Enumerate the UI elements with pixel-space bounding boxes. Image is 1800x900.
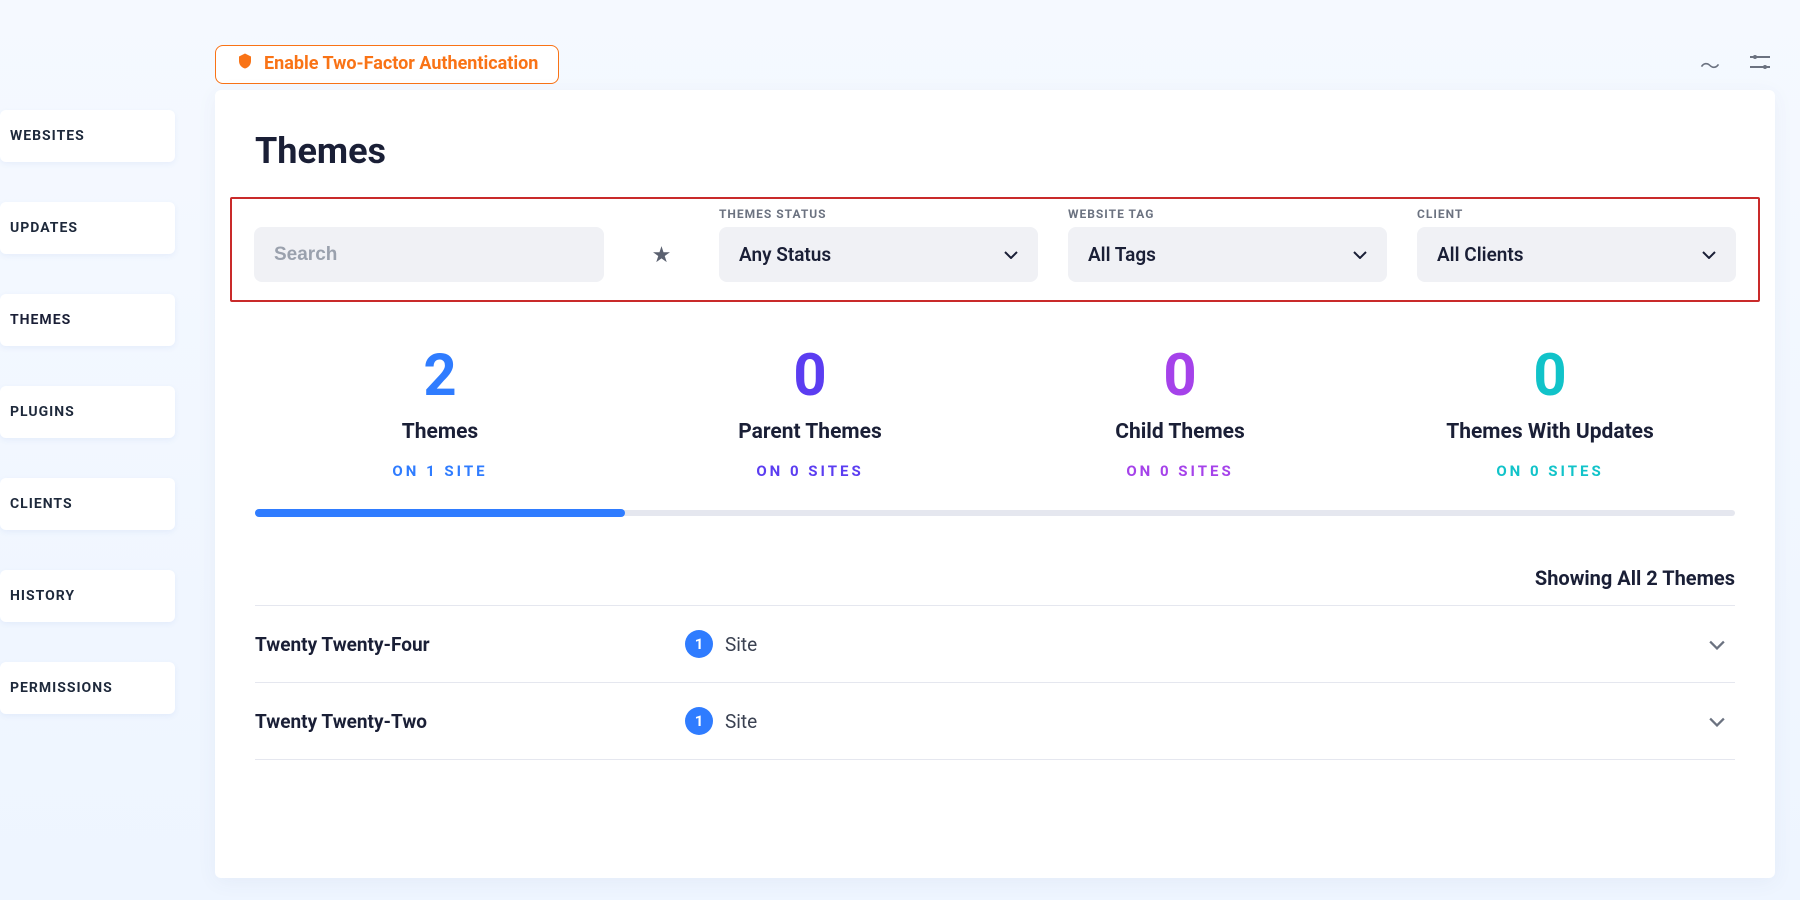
stat-sub: ON 1 SITE bbox=[255, 462, 625, 480]
tab-indicator-track bbox=[255, 510, 1735, 516]
top-right-tools: 〜 bbox=[1700, 50, 1770, 79]
sidebar-item-themes[interactable]: THEMES bbox=[0, 294, 175, 346]
stat-label: Themes With Updates bbox=[1365, 420, 1735, 444]
stat-label: Themes bbox=[255, 420, 625, 444]
showing-count: Showing All 2 Themes bbox=[215, 516, 1775, 605]
stat-number: 0 bbox=[1365, 347, 1735, 405]
client-filter-label: CLIENT bbox=[1417, 207, 1736, 221]
site-count-badge: 1 bbox=[685, 630, 713, 658]
stat-number: 0 bbox=[625, 347, 995, 405]
stats-row: 2 Themes ON 1 SITE 0 Parent Themes ON 0 … bbox=[215, 302, 1775, 510]
main-card: Themes . ★ THEMES STATUS Any Status WEBS… bbox=[215, 90, 1775, 878]
sidebar-item-permissions[interactable]: PERMISSIONS bbox=[0, 662, 175, 714]
site-count-unit: Site bbox=[725, 633, 757, 656]
stat-themes[interactable]: 2 Themes ON 1 SITE bbox=[255, 347, 625, 480]
stat-number: 2 bbox=[255, 347, 625, 405]
sidebar-item-clients[interactable]: CLIENTS bbox=[0, 478, 175, 530]
status-filter-wrap: THEMES STATUS Any Status bbox=[719, 207, 1038, 282]
client-select-value: All Clients bbox=[1437, 243, 1524, 266]
tag-select[interactable]: All Tags bbox=[1068, 227, 1387, 282]
banner-label: Enable Two-Factor Authentication bbox=[264, 53, 538, 74]
site-count-badge: 1 bbox=[685, 707, 713, 735]
tab-indicator-fill bbox=[255, 509, 625, 517]
sidebar-item-plugins[interactable]: PLUGINS bbox=[0, 386, 175, 438]
status-select[interactable]: Any Status bbox=[719, 227, 1038, 282]
slider-icon[interactable] bbox=[1750, 50, 1770, 79]
sidebar-item-updates[interactable]: UPDATES bbox=[0, 202, 175, 254]
page-title: Themes bbox=[215, 125, 1775, 197]
stat-label: Parent Themes bbox=[625, 420, 995, 444]
stat-sub: ON 0 SITES bbox=[995, 462, 1365, 480]
status-select-value: Any Status bbox=[739, 243, 831, 266]
theme-name: Twenty Twenty-Four bbox=[255, 633, 685, 656]
stat-sub: ON 0 SITES bbox=[625, 462, 995, 480]
theme-name: Twenty Twenty-Two bbox=[255, 710, 685, 733]
chevron-down-icon bbox=[1004, 251, 1018, 259]
stat-parent-themes[interactable]: 0 Parent Themes ON 0 SITES bbox=[625, 347, 995, 480]
sidebar-item-websites[interactable]: WEBSITES bbox=[0, 110, 175, 162]
stat-sub: ON 0 SITES bbox=[1365, 462, 1735, 480]
expand-row-icon[interactable] bbox=[1675, 712, 1735, 731]
stat-child-themes[interactable]: 0 Child Themes ON 0 SITES bbox=[995, 347, 1365, 480]
client-select[interactable]: All Clients bbox=[1417, 227, 1736, 282]
site-count-unit: Site bbox=[725, 710, 757, 733]
search-input[interactable] bbox=[254, 227, 604, 282]
stat-label: Child Themes bbox=[995, 420, 1365, 444]
favorite-star-icon[interactable]: ★ bbox=[634, 243, 689, 282]
table-row[interactable]: Twenty Twenty-Four 1 Site bbox=[255, 605, 1735, 682]
sites-cell: 1 Site bbox=[685, 707, 1675, 735]
expand-row-icon[interactable] bbox=[1675, 635, 1735, 654]
tag-select-value: All Tags bbox=[1088, 243, 1156, 266]
stat-number: 0 bbox=[995, 347, 1365, 405]
chevron-down-icon bbox=[1353, 251, 1367, 259]
two-factor-banner[interactable]: Enable Two-Factor Authentication bbox=[215, 45, 559, 84]
status-filter-label: THEMES STATUS bbox=[719, 207, 1038, 221]
client-filter-wrap: CLIENT All Clients bbox=[1417, 207, 1736, 282]
sites-cell: 1 Site bbox=[685, 630, 1675, 658]
shield-icon bbox=[236, 52, 254, 75]
table-row[interactable]: Twenty Twenty-Two 1 Site bbox=[255, 682, 1735, 760]
sidebar-item-history[interactable]: HISTORY bbox=[0, 570, 175, 622]
chevron-down-icon bbox=[1702, 251, 1716, 259]
wave-icon[interactable]: 〜 bbox=[1700, 50, 1720, 79]
filter-bar: . ★ THEMES STATUS Any Status WEBSITE TAG… bbox=[230, 197, 1760, 302]
tag-filter-label: WEBSITE TAG bbox=[1068, 207, 1387, 221]
stat-themes-with-updates[interactable]: 0 Themes With Updates ON 0 SITES bbox=[1365, 347, 1735, 480]
tag-filter-wrap: WEBSITE TAG All Tags bbox=[1068, 207, 1387, 282]
sidebar: WEBSITES UPDATES THEMES PLUGINS CLIENTS … bbox=[0, 110, 175, 714]
search-wrap: . bbox=[254, 207, 604, 282]
